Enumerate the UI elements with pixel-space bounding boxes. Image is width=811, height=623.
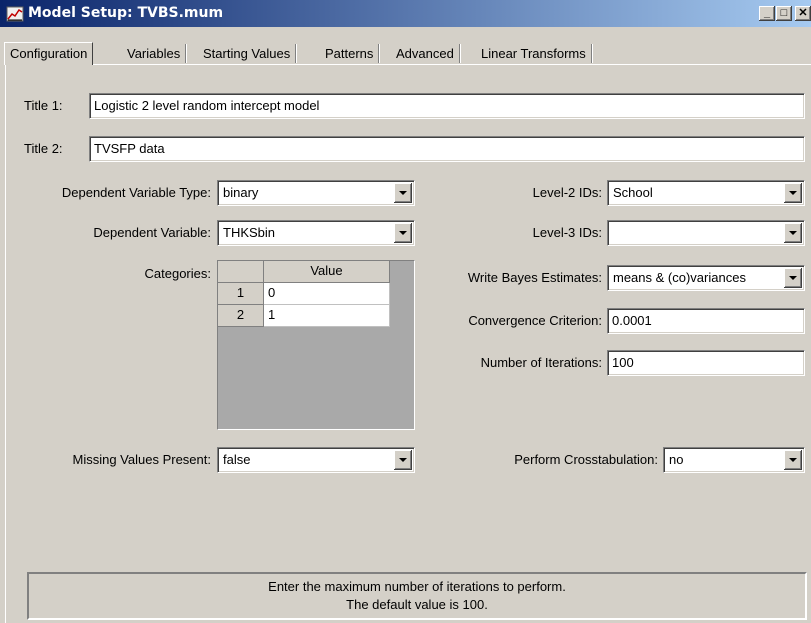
grid-cell[interactable]: 1 xyxy=(264,305,390,327)
bayes-select[interactable]: means & (co)variances xyxy=(607,265,805,291)
chevron-down-icon[interactable] xyxy=(784,268,802,288)
dep-type-label: Dependent Variable Type: xyxy=(61,185,211,200)
grid-row-index: 1 xyxy=(218,283,264,305)
dep-type-select[interactable]: binary xyxy=(217,180,415,206)
chevron-down-icon[interactable] xyxy=(784,183,802,203)
title2-label: Title 2: xyxy=(24,141,63,156)
missing-label: Missing Values Present: xyxy=(72,452,212,467)
chevron-down-icon[interactable] xyxy=(394,450,412,470)
title-bar[interactable]: Model Setup: TVBS.mum _ □ ✕ xyxy=(0,0,811,27)
close-button[interactable]: ✕ xyxy=(795,6,811,21)
categories-label: Categories: xyxy=(144,266,211,281)
iterations-input[interactable]: 100 xyxy=(607,350,805,376)
dep-var-select[interactable]: THKSbin xyxy=(217,220,415,246)
level3-select[interactable] xyxy=(607,220,805,246)
level2-select[interactable]: School xyxy=(607,180,805,206)
dep-var-label: Dependent Variable: xyxy=(93,225,211,240)
tab-variables[interactable]: Variables xyxy=(122,44,187,63)
grid-corner xyxy=(218,261,264,283)
grid-cell[interactable]: 0 xyxy=(264,283,390,305)
categories-grid[interactable]: Value 1 0 2 1 xyxy=(217,260,415,430)
convergence-input[interactable]: 0.0001 xyxy=(607,308,805,334)
tab-starting-values[interactable]: Starting Values xyxy=(198,44,297,63)
iterations-label: Number of Iterations: xyxy=(480,355,602,370)
help-text-line-1: Enter the maximum number of iterations t… xyxy=(268,579,566,594)
tab-configuration[interactable]: Configuration xyxy=(4,42,94,65)
chevron-down-icon[interactable] xyxy=(784,223,802,243)
minimize-button[interactable]: _ xyxy=(759,6,775,21)
window-title: Model Setup: TVBS.mum xyxy=(28,5,224,21)
chevron-down-icon[interactable] xyxy=(394,223,412,243)
grid-row-index: 2 xyxy=(218,305,264,327)
grid-header-value: Value xyxy=(264,261,390,283)
bayes-label: Write Bayes Estimates: xyxy=(467,270,602,285)
level3-label: Level-3 IDs: xyxy=(532,225,602,240)
level2-value: School xyxy=(613,185,653,200)
missing-select[interactable]: false xyxy=(217,447,415,473)
bayes-value: means & (co)variances xyxy=(613,270,746,285)
tab-advanced[interactable]: Advanced xyxy=(391,44,460,63)
title2-input[interactable]: TVSFP data xyxy=(89,136,805,162)
missing-value: false xyxy=(223,452,251,467)
title1-input[interactable]: Logistic 2 level random intercept model xyxy=(89,93,805,119)
help-text-box: Enter the maximum number of iterations t… xyxy=(27,572,807,620)
title1-label: Title 1: xyxy=(24,98,63,113)
crosstab-select[interactable]: no xyxy=(663,447,805,473)
app-icon xyxy=(6,5,24,23)
level2-label: Level-2 IDs: xyxy=(532,185,602,200)
help-text-line-2: The default value is 100. xyxy=(346,597,488,612)
chevron-down-icon[interactable] xyxy=(394,183,412,203)
dep-var-value: THKSbin xyxy=(223,225,276,240)
dep-type-value: binary xyxy=(223,185,259,200)
crosstab-label: Perform Crosstabulation: xyxy=(514,452,658,467)
tab-patterns[interactable]: Patterns xyxy=(320,44,380,63)
tab-strip: Configuration Variables Starting Values … xyxy=(0,40,811,65)
crosstab-value: no xyxy=(669,452,684,467)
tab-linear-transforms[interactable]: Linear Transforms xyxy=(476,44,592,63)
restore-button[interactable]: □ xyxy=(776,6,792,21)
convergence-label: Convergence Criterion: xyxy=(468,313,602,328)
chevron-down-icon[interactable] xyxy=(784,450,802,470)
